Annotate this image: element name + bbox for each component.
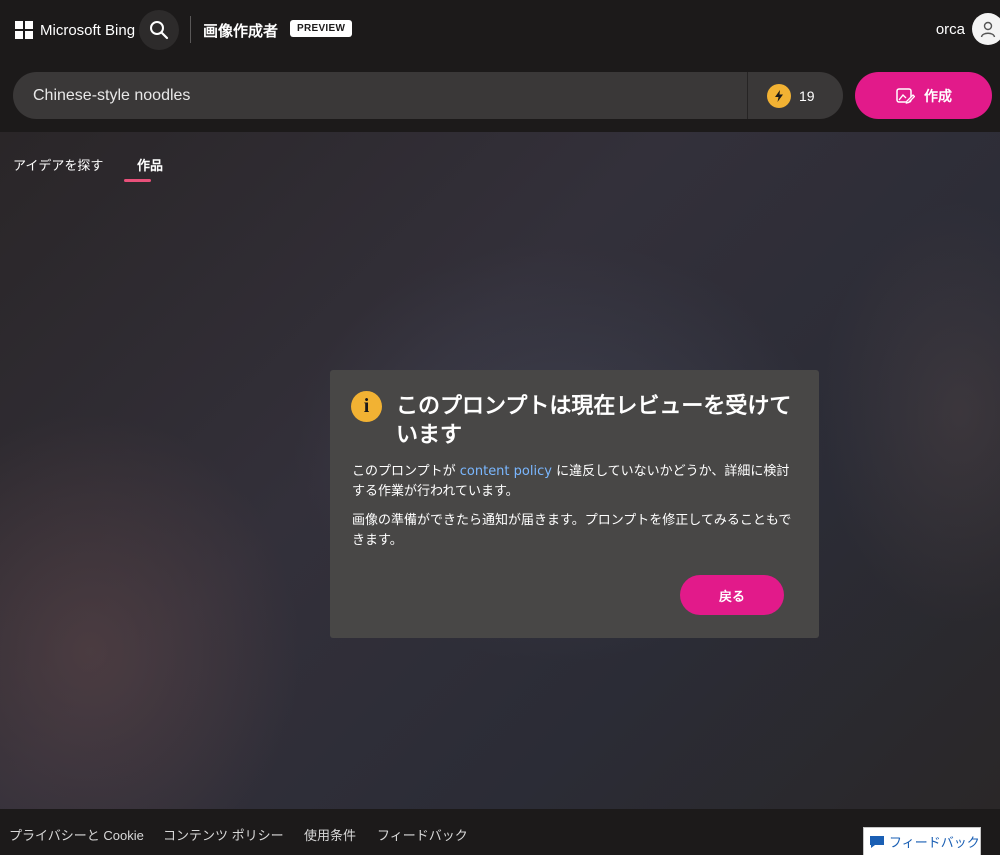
info-icon: i — [351, 391, 382, 422]
header-divider — [190, 16, 191, 43]
search-button[interactable] — [139, 10, 179, 50]
content-policy-link[interactable]: content policy — [460, 464, 552, 479]
dialog-message: このプロンプトが content policy に違反していないかどうか、詳細に… — [352, 462, 802, 502]
prompt-bar: 19 — [13, 72, 843, 119]
tab-creations[interactable]: 作品 — [137, 155, 163, 174]
terms-link[interactable]: 使用条件 — [304, 825, 356, 844]
lightning-icon — [767, 83, 791, 108]
app-title[interactable]: 画像作成者 — [203, 20, 278, 41]
user-icon — [980, 21, 996, 38]
content-policy-footer-link[interactable]: コンテンツ ポリシー — [163, 825, 284, 844]
image-pen-icon — [896, 87, 915, 104]
feedback-button[interactable]: フィードバック — [863, 827, 981, 855]
windows-logo-icon — [15, 21, 33, 39]
chat-icon — [870, 835, 884, 848]
top-bar: Microsoft Bing 画像作成者 PREVIEW orca — [0, 0, 1000, 60]
search-icon — [150, 21, 169, 40]
footer: プライバシーと Cookie コンテンツ ポリシー 使用条件 フィードバック — [0, 809, 1000, 855]
boost-counter[interactable]: 19 — [767, 83, 815, 108]
bing-logo[interactable]: Microsoft Bing — [15, 19, 135, 41]
dialog-message-start: このプロンプトが — [352, 464, 460, 479]
tab-explore-ideas[interactable]: アイデアを探す — [13, 155, 103, 174]
boost-count: 19 — [799, 87, 815, 104]
prompt-divider — [747, 72, 748, 119]
avatar[interactable] — [972, 13, 1000, 45]
back-button[interactable]: 戻る — [680, 575, 784, 615]
feedback-button-label: フィードバック — [889, 835, 980, 850]
brand-name: Microsoft Bing — [40, 21, 136, 39]
feedback-link[interactable]: フィードバック — [377, 825, 468, 844]
prompt-input[interactable] — [13, 72, 747, 119]
preview-badge: PREVIEW — [290, 20, 353, 37]
privacy-link[interactable]: プライバシーと Cookie — [9, 825, 144, 844]
dialog-note: 画像の準備ができたら通知が届きます。プロンプトを修正してみることもできます。 — [352, 513, 792, 548]
active-tab-indicator — [124, 179, 151, 182]
create-label: 作成 — [924, 87, 952, 104]
username[interactable]: orca — [936, 21, 965, 38]
dialog-title: このプロンプトは現在レビューを受けています — [396, 394, 792, 448]
create-button[interactable]: 作成 — [855, 72, 992, 119]
review-dialog: i このプロンプトは現在レビューを受けています このプロンプトが content… — [330, 370, 819, 638]
